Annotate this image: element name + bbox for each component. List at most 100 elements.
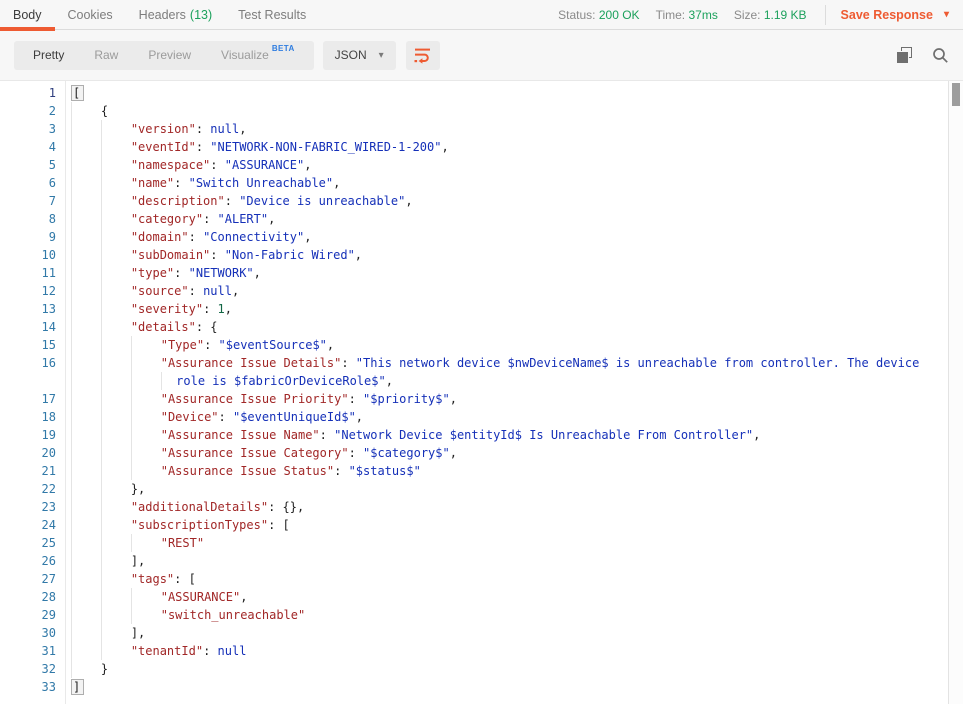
code-line: 20 "Assurance Issue Category": "$categor… xyxy=(0,444,963,462)
token-p: : xyxy=(174,266,188,280)
token-k: "Assurance Issue Priority" xyxy=(161,392,349,406)
token-p: , xyxy=(333,176,340,190)
token-p: : xyxy=(196,122,210,136)
line-content: "Assurance Issue Priority": "$priority$"… xyxy=(65,390,457,408)
indent-guide xyxy=(101,390,131,408)
indent-guide xyxy=(101,354,131,372)
indent-guide xyxy=(71,462,101,480)
json-response-editor[interactable]: 1[2 {3 "version": null,4 "eventId": "NET… xyxy=(0,81,963,704)
indent-guide xyxy=(131,354,161,372)
time-value: 37ms xyxy=(688,8,717,22)
indent-guide xyxy=(71,390,101,408)
tab-headers[interactable]: Headers (13) xyxy=(126,0,225,29)
token-p: : xyxy=(204,338,218,352)
view-option-pretty[interactable]: Pretty xyxy=(18,41,79,70)
indent-guide xyxy=(71,102,101,120)
line-content: "namespace": "ASSURANCE", xyxy=(65,156,311,174)
code-line: 31 "tenantId": null xyxy=(0,642,963,660)
indent-guide xyxy=(71,336,101,354)
indent-guide xyxy=(71,606,101,624)
search-button[interactable] xyxy=(932,47,949,64)
code-line: 28 "ASSURANCE", xyxy=(0,588,963,606)
indent-guide xyxy=(71,516,101,534)
token-p: : xyxy=(334,464,348,478)
token-k: "details" xyxy=(131,320,196,334)
indent-guide xyxy=(71,192,101,210)
indent-guide xyxy=(71,534,101,552)
indent-guide xyxy=(101,588,131,606)
tab-cookies-label: Cookies xyxy=(68,8,113,22)
indent-guide xyxy=(71,588,101,606)
line-content: "severity": 1, xyxy=(65,300,232,318)
line-content: { xyxy=(65,102,108,120)
token-s: "$category$" xyxy=(363,446,450,460)
scrollbar-thumb[interactable] xyxy=(952,83,960,106)
view-option-raw[interactable]: Raw xyxy=(79,41,133,70)
line-content: "Assurance Issue Name": "Network Device … xyxy=(65,426,760,444)
line-content: "description": "Device is unreachable", xyxy=(65,192,413,210)
line-content: } xyxy=(65,660,108,678)
save-response-caret-icon[interactable]: ▾ xyxy=(944,9,949,20)
indent-guide xyxy=(101,516,131,534)
indent-guide xyxy=(101,444,131,462)
token-p: : xyxy=(189,230,203,244)
tab-cookies[interactable]: Cookies xyxy=(55,0,126,29)
indent-guide xyxy=(71,552,101,570)
headers-count-badge: (13) xyxy=(190,8,212,22)
token-b: ] xyxy=(71,679,84,695)
line-number: 14 xyxy=(0,318,65,336)
line-number: 16 xyxy=(0,354,65,372)
line-content: "details": { xyxy=(65,318,218,336)
view-option-visualize[interactable]: Visualize BETA xyxy=(206,41,310,70)
token-p: , xyxy=(304,230,311,244)
indent-guide xyxy=(131,336,161,354)
token-p: , xyxy=(450,392,457,406)
line-content: "eventId": "NETWORK-NON-FABRIC_WIRED-1-2… xyxy=(65,138,449,156)
code-line: 5 "namespace": "ASSURANCE", xyxy=(0,156,963,174)
view-option-preview[interactable]: Preview xyxy=(133,41,206,70)
indent-guide xyxy=(101,228,131,246)
chevron-down-icon: ▾ xyxy=(379,50,384,61)
code-line: 6 "name": "Switch Unreachable", xyxy=(0,174,963,192)
token-n: 1 xyxy=(218,302,225,316)
line-content: "category": "ALERT", xyxy=(65,210,275,228)
code-line: 11 "type": "NETWORK", xyxy=(0,264,963,282)
token-r: "ASSURANCE" xyxy=(161,590,240,604)
tab-body[interactable]: Body xyxy=(0,0,55,29)
copy-to-clipboard-button[interactable] xyxy=(897,47,914,64)
indent-guide xyxy=(71,300,101,318)
token-p: , xyxy=(441,140,448,154)
token-p: : xyxy=(349,392,363,406)
indent-guide xyxy=(101,624,131,642)
indent-guide xyxy=(101,156,131,174)
wrap-text-button[interactable] xyxy=(406,41,440,70)
token-p: : [ xyxy=(268,518,290,532)
indent-guide xyxy=(101,138,131,156)
token-p: : xyxy=(349,446,363,460)
token-k: "version" xyxy=(131,122,196,136)
indent-guide xyxy=(101,642,131,660)
response-meta: Status: 200 OK Time: 37ms Size: 1.19 KB … xyxy=(542,5,949,25)
editor-scrollbar[interactable] xyxy=(948,81,963,704)
line-number: 23 xyxy=(0,498,65,516)
tab-test-results-label: Test Results xyxy=(238,8,306,22)
tab-test-results[interactable]: Test Results xyxy=(225,0,319,29)
indent-guide xyxy=(131,462,161,480)
token-s: "$priority$" xyxy=(363,392,450,406)
save-response-button[interactable]: Save Response ▾ xyxy=(841,8,949,22)
indent-guide xyxy=(101,300,131,318)
token-b: [ xyxy=(71,85,84,101)
status-pair: Status: 200 OK xyxy=(558,8,639,22)
token-k: "Assurance Issue Category" xyxy=(161,446,349,460)
indent-guide xyxy=(71,210,101,228)
status-label: Status: xyxy=(558,8,595,22)
pretty-label: Pretty xyxy=(33,41,64,70)
code-line: 17 "Assurance Issue Priority": "$priorit… xyxy=(0,390,963,408)
code-line: 2 { xyxy=(0,102,963,120)
language-dropdown[interactable]: JSON ▾ xyxy=(323,41,396,70)
response-panel: Body Cookies Headers (13) Test Results S… xyxy=(0,0,963,704)
raw-label: Raw xyxy=(94,41,118,70)
token-p: , xyxy=(268,212,275,226)
token-r: "switch_unreachable" xyxy=(161,608,306,622)
token-p: : xyxy=(203,644,217,658)
